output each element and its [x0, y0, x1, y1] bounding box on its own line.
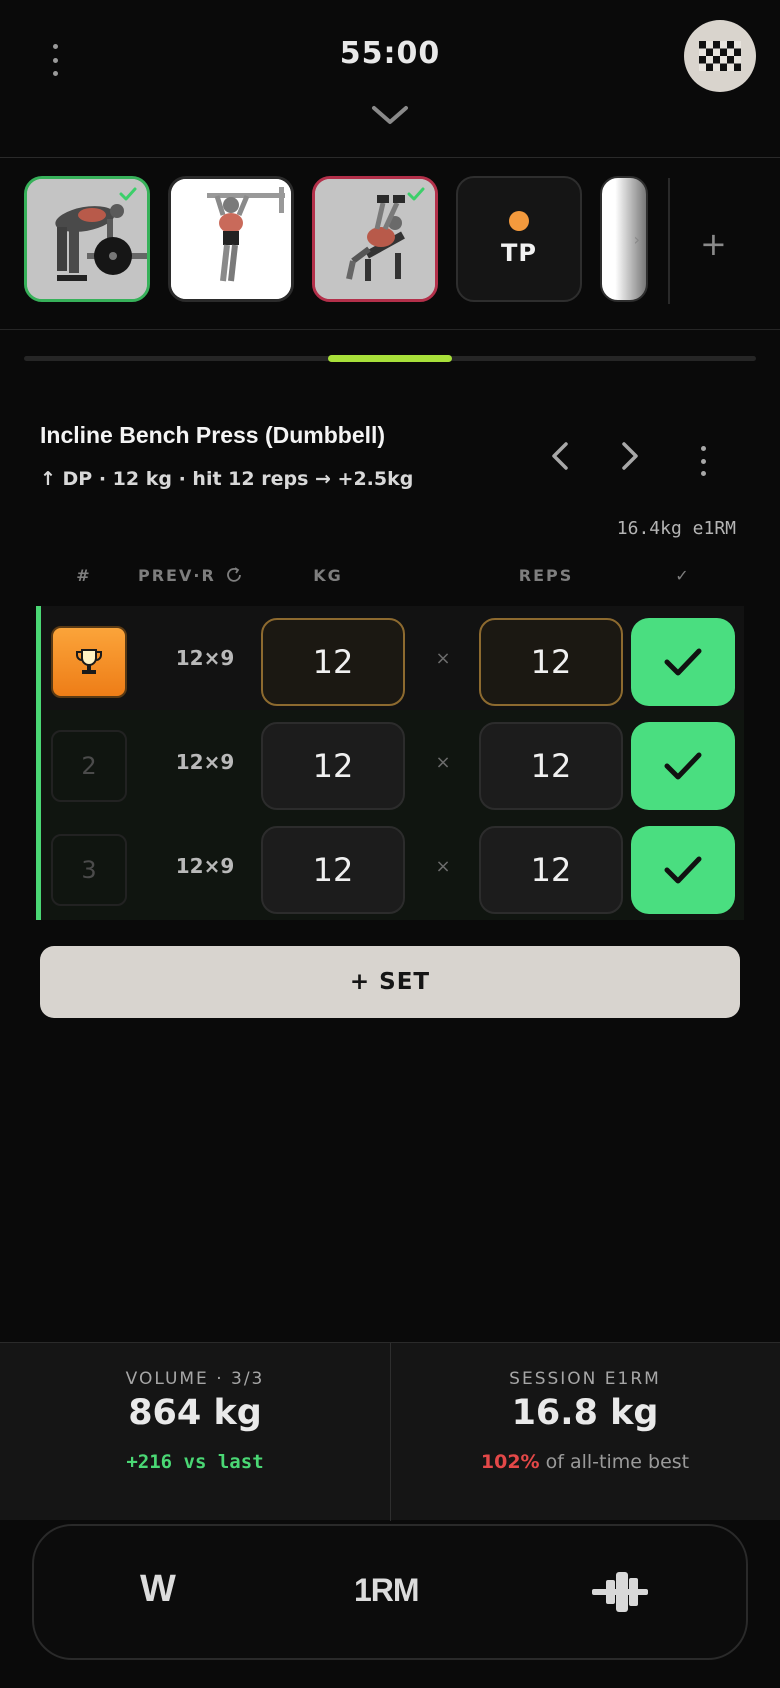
weight-input[interactable]: 12 — [261, 826, 405, 914]
workout-timer[interactable]: 55:00 — [0, 36, 780, 71]
col-header-prev[interactable]: PREV·R — [138, 566, 248, 585]
e1rm-percent: 102% — [480, 1451, 540, 1473]
trophy-icon — [76, 649, 102, 674]
e1rm-value: 16.8 kg — [511, 1393, 659, 1433]
session-stats: VOLUME · 3/3 864 kg +216 vs last SESSION… — [0, 1342, 780, 1521]
exercise-strip: TP › + — [0, 158, 780, 330]
pullup-illustration — [171, 179, 291, 299]
exercise-more-icon[interactable] — [698, 446, 708, 476]
exercise-thumb-3-current[interactable] — [312, 176, 438, 302]
set-row: 3 12×9 12 × 12 — [41, 814, 744, 918]
times-sign: × — [435, 648, 451, 669]
chevron-right-icon: › — [633, 230, 640, 249]
volume-delta: +216 vs last — [126, 1451, 264, 1473]
check-icon — [664, 752, 702, 780]
workout-header: 55:00 — [0, 0, 780, 158]
col-header-reps: REPS — [518, 566, 574, 585]
e1rm-comparison-text: of all-time best — [539, 1451, 690, 1473]
weight-input[interactable]: 12 — [261, 722, 405, 810]
exercise-thumb-2[interactable] — [168, 176, 294, 302]
exercise-title[interactable]: Incline Bench Press (Dumbbell) — [40, 422, 385, 449]
set-row: 2 12×9 12 × 12 — [41, 710, 744, 814]
progression-hint: ↑ DP · 12 kg · hit 12 reps → +2.5kg — [40, 468, 414, 490]
tp-label: TP — [501, 239, 537, 267]
previous-value[interactable]: 12×9 — [145, 750, 265, 774]
add-set-button[interactable]: + SET — [40, 946, 740, 1018]
exercise-thumb-5-partial[interactable]: › — [600, 176, 648, 302]
exercise-progress-indicator — [328, 355, 452, 362]
sets-table: 12×9 12 × 12 2 12×9 12 × 12 3 12×9 12 × … — [36, 606, 744, 920]
strip-divider — [668, 178, 670, 304]
previous-value[interactable]: 12×9 — [145, 854, 265, 878]
warmup-button[interactable]: W — [140, 1568, 176, 1611]
volume-value: 864 kg — [128, 1393, 262, 1433]
previous-value[interactable]: 12×9 — [145, 646, 265, 670]
set-row: 12×9 12 × 12 — [41, 606, 744, 710]
finish-workout-button[interactable] — [684, 20, 756, 92]
exercise-thumb-tp[interactable]: TP — [456, 176, 582, 302]
complete-set-button[interactable] — [631, 722, 735, 810]
reps-input[interactable]: 12 — [479, 722, 623, 810]
bottom-toolbar: W 1RM — [32, 1524, 748, 1660]
completed-check-icon — [407, 187, 425, 201]
times-sign: × — [435, 856, 451, 877]
completed-check-icon — [119, 187, 137, 201]
e1rm-label: SESSION E1RM — [509, 1369, 661, 1389]
set-number[interactable]: 2 — [51, 730, 127, 802]
volume-label: VOLUME · 3/3 — [125, 1369, 265, 1389]
plate-calculator-icon[interactable] — [590, 1570, 650, 1614]
status-dot — [509, 211, 529, 231]
chevron-left-icon[interactable] — [548, 440, 572, 472]
col-header-kg: KG — [313, 566, 343, 585]
e1rm-tag: 16.4kg e1RM — [616, 518, 736, 539]
set-number[interactable]: 3 — [51, 834, 127, 906]
chevron-down-icon[interactable] — [370, 104, 410, 126]
pr-trophy-badge[interactable] — [51, 626, 127, 698]
reps-input[interactable]: 12 — [479, 618, 623, 706]
add-exercise-button[interactable]: + — [700, 228, 727, 260]
weight-input[interactable]: 12 — [261, 618, 405, 706]
chevron-right-icon[interactable] — [618, 440, 642, 472]
refresh-icon — [227, 567, 242, 582]
col-header-done: ✓ — [675, 566, 691, 585]
complete-set-button[interactable] — [631, 618, 735, 706]
col-header-prev-label: PREV·R — [138, 566, 216, 585]
col-header-num: # — [76, 566, 92, 585]
checkered-flag-icon — [699, 41, 741, 71]
check-icon — [664, 648, 702, 676]
complete-set-button[interactable] — [631, 826, 735, 914]
e1rm-comparison: 102% of all-time best — [390, 1451, 780, 1473]
one-rep-max-button[interactable]: 1RM — [354, 1572, 420, 1609]
reps-input[interactable]: 12 — [479, 826, 623, 914]
exercise-thumb-1[interactable] — [24, 176, 150, 302]
check-icon — [664, 856, 702, 884]
times-sign: × — [435, 752, 451, 773]
